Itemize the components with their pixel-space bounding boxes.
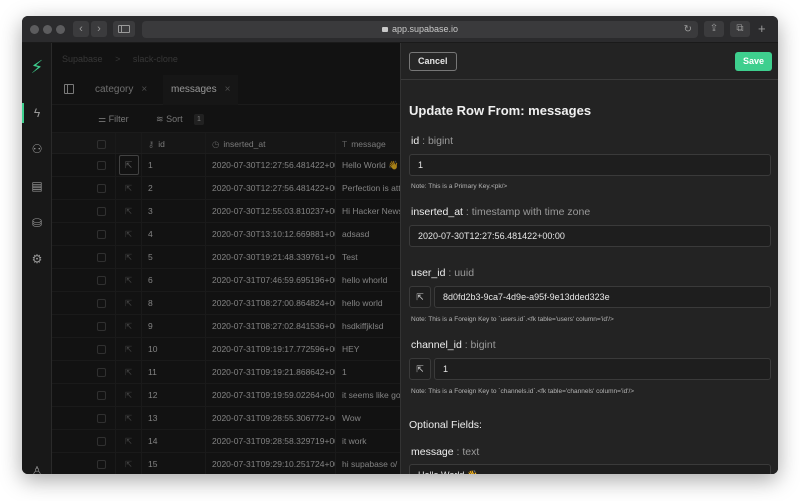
user-id-field-note: Note: This is a Foreign Key to `users.id… [411, 316, 614, 323]
field-name: id [411, 135, 420, 147]
id-field[interactable]: 1 [409, 154, 771, 176]
reload-icon[interactable]: ↻ [684, 21, 692, 38]
field-label-channel-id: channel_id : bigint [411, 339, 496, 351]
panel-header: Cancel Save [401, 43, 778, 80]
field-name: channel_id [411, 339, 462, 351]
open-foreign-key-icon[interactable]: ⇱ [409, 358, 431, 380]
field-name: message [411, 446, 454, 458]
open-foreign-key-icon[interactable]: ⇱ [409, 286, 431, 308]
back-button[interactable]: ‹ [73, 21, 89, 37]
icon-rail: ⚡ ϟ ⚇ ▤ ⛁ ⚙ ♙ [22, 43, 52, 474]
database-icon[interactable]: ⛁ [22, 213, 52, 233]
save-button[interactable]: Save [735, 52, 773, 71]
user-icon[interactable]: ♙ [22, 461, 52, 474]
update-row-panel: Cancel Save Update Row From: messages id… [400, 43, 778, 474]
lock-icon [381, 27, 388, 32]
field-type: : text [453, 446, 480, 458]
field-name: inserted_at [411, 206, 463, 218]
user-id-field[interactable]: 8d0fd2b3-9ca7-4d9e-a95f-9e13dded323e [434, 286, 771, 308]
supabase-logo-icon[interactable]: ⚡ [22, 55, 52, 79]
channel-id-field[interactable]: 1 [434, 358, 771, 380]
field-label-user-id: user_id : uuid [411, 267, 474, 279]
field-type: : bigint [461, 339, 496, 351]
sidebar-toggle-button[interactable] [113, 21, 135, 37]
field-type: : bigint [419, 135, 454, 147]
browser-window: ‹ › app.supabase.io ↻ ⇪ ⧉ + ⚡ ϟ ⚇ ▤ ⛁ ⚙ … [22, 16, 778, 474]
inserted-at-field[interactable]: 2020-07-30T12:27:56.481422+00:00 [409, 225, 771, 247]
id-field-note: Note: This is a Primary Key.<pk/> [411, 183, 508, 190]
field-name: user_id [411, 267, 446, 279]
users-icon[interactable]: ⚇ [22, 139, 52, 159]
settings-icon[interactable]: ⚙ [22, 249, 52, 269]
field-type: : uuid [445, 267, 475, 279]
forward-button[interactable]: › [91, 21, 107, 37]
new-tab-button[interactable]: + [758, 21, 766, 37]
minimize-window-button[interactable] [43, 25, 52, 34]
document-icon[interactable]: ▤ [22, 176, 52, 196]
cancel-button[interactable]: Cancel [409, 52, 457, 71]
modal-backdrop[interactable] [52, 43, 400, 474]
channel-id-field-note: Note: This is a Foreign Key to `channels… [411, 388, 635, 395]
browser-chrome: ‹ › app.supabase.io ↻ ⇪ ⧉ + [22, 16, 778, 43]
message-field[interactable]: Hello World 👋 [409, 464, 771, 474]
field-type: : timestamp with time zone [462, 206, 591, 218]
panel-title: Update Row From: messages [409, 103, 592, 118]
bolt-icon[interactable]: ϟ [22, 103, 52, 123]
address-bar[interactable]: app.supabase.io ↻ [142, 21, 698, 38]
optional-fields-heading: Optional Fields: [409, 419, 482, 431]
field-label-inserted-at: inserted_at : timestamp with time zone [411, 206, 590, 218]
close-window-button[interactable] [30, 25, 39, 34]
field-label-message: message : text [411, 446, 479, 458]
tab-overview-button[interactable]: ⧉ [730, 21, 750, 37]
maximize-window-button[interactable] [56, 25, 65, 34]
url-text: app.supabase.io [391, 24, 459, 34]
share-button[interactable]: ⇪ [704, 21, 724, 37]
field-label-id: id : bigint [411, 135, 453, 147]
